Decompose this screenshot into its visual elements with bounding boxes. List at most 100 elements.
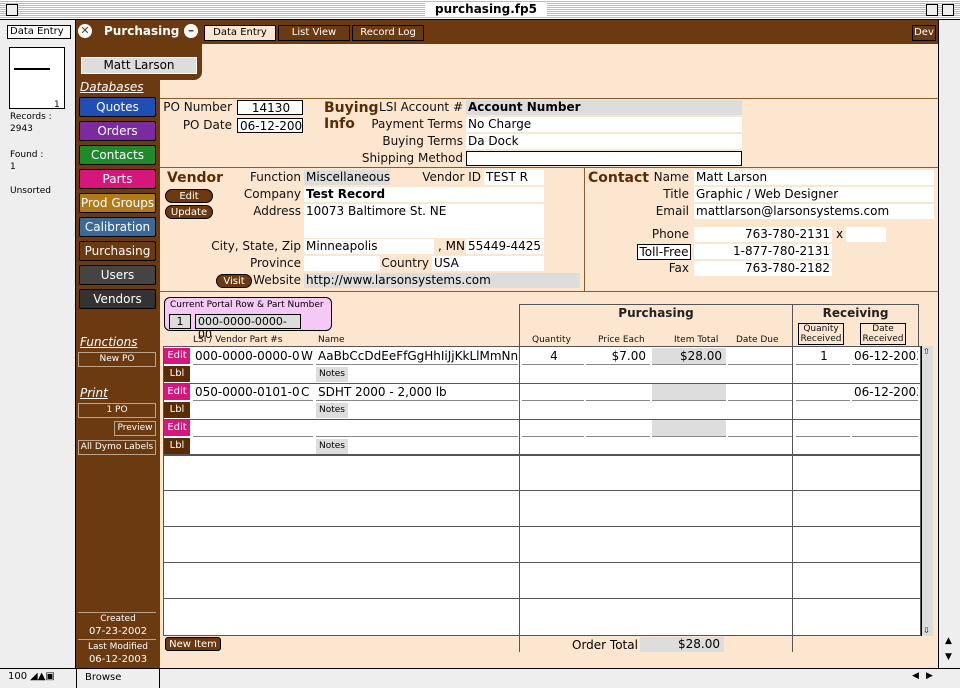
scroll-down-icon[interactable]: ⇩ bbox=[923, 626, 930, 635]
tab-list-view[interactable]: List View bbox=[278, 25, 350, 41]
row-drec-field[interactable]: 06-12-2003 bbox=[852, 384, 918, 401]
row-label-button[interactable]: Lbl bbox=[164, 438, 190, 454]
fax-field[interactable]: 763-780-2182 bbox=[694, 261, 832, 276]
vendor-id-field[interactable]: TEST R bbox=[484, 170, 544, 185]
row-flag-field[interactable]: C bbox=[299, 384, 313, 401]
contact-title-label: Title bbox=[663, 187, 689, 201]
dymo-labels-button[interactable]: All Dymo Labels bbox=[78, 440, 156, 455]
payment-field[interactable]: No Charge bbox=[466, 117, 742, 132]
sidebar-item-parts[interactable]: Parts bbox=[79, 169, 156, 189]
contact-name-field[interactable]: Matt Larson bbox=[694, 170, 934, 185]
scroll-up-arrow-icon[interactable]: ▲ bbox=[945, 636, 952, 646]
row-qty-field[interactable] bbox=[522, 420, 584, 437]
close-icon[interactable]: ✕ bbox=[78, 24, 92, 38]
dev-button[interactable]: Dev bbox=[912, 25, 936, 41]
buying-terms-field[interactable]: Da Dock bbox=[466, 134, 742, 149]
row-name-field[interactable] bbox=[316, 420, 518, 437]
row-qty-field[interactable] bbox=[522, 384, 584, 401]
scroll-down-arrow-icon[interactable]: ▼ bbox=[945, 652, 952, 662]
scroll-right-icon[interactable]: ▶ bbox=[926, 671, 933, 681]
toll-free-button[interactable]: Toll-Free bbox=[637, 244, 691, 260]
row-due-field[interactable] bbox=[728, 384, 792, 401]
row-name-field[interactable]: SDHT 2000 - 2,000 lb bbox=[316, 384, 518, 401]
scroll-up-icon[interactable]: ⇧ bbox=[923, 347, 930, 356]
row-edit-button[interactable]: Edit bbox=[164, 384, 190, 400]
account-field[interactable]: Account Number bbox=[466, 100, 742, 115]
row-drec-field[interactable]: 06-12-2003 bbox=[852, 348, 918, 365]
toll-free-field[interactable]: 1-877-780-2131 bbox=[694, 244, 832, 259]
row-notes-label[interactable]: Notes bbox=[316, 367, 348, 382]
new-po-button[interactable]: New PO bbox=[78, 352, 156, 367]
po-number-field[interactable]: 14130 bbox=[237, 100, 303, 115]
window-vscroll[interactable]: ▼ ▲ bbox=[938, 20, 960, 668]
minimize-icon[interactable]: – bbox=[184, 24, 198, 38]
row-qty-field[interactable]: 4 bbox=[522, 348, 584, 365]
row-total-field[interactable]: $28.00 bbox=[652, 348, 726, 365]
row-price-field[interactable]: $7.00 bbox=[586, 348, 650, 365]
window-title-bar[interactable]: purchasing.fp5 bbox=[0, 0, 960, 20]
window-title: purchasing.fp5 bbox=[425, 2, 547, 16]
portal-scrollbar[interactable]: ⇧ ⇩ bbox=[921, 346, 933, 636]
row-name-field[interactable]: AaBbCcDdEeFfGgHhIiJjKkLlMmNn bbox=[316, 348, 518, 365]
address-field[interactable]: 10073 Baltimore St. NE bbox=[304, 204, 544, 238]
province-field[interactable] bbox=[304, 256, 380, 271]
shipping-field[interactable] bbox=[466, 151, 742, 166]
row-price-field[interactable] bbox=[586, 384, 650, 401]
tab-data-entry[interactable]: Data Entry bbox=[204, 25, 276, 41]
print-1po-button[interactable]: 1 PO bbox=[78, 403, 156, 418]
row-total-field[interactable] bbox=[652, 384, 726, 401]
ext-field[interactable] bbox=[846, 227, 886, 242]
sidebar-item-contacts[interactable]: Contacts bbox=[79, 145, 156, 165]
row-due-field[interactable] bbox=[728, 420, 792, 437]
sidebar-item-calibration[interactable]: Calibration bbox=[79, 217, 156, 237]
row-price-field[interactable] bbox=[586, 420, 650, 437]
layout-menu[interactable]: Data Entry bbox=[7, 25, 71, 39]
row-edit-button[interactable]: Edit bbox=[164, 348, 190, 364]
contact-job-field[interactable]: Graphic / Web Designer bbox=[694, 187, 934, 202]
preview-button[interactable]: Preview bbox=[114, 421, 156, 436]
new-item-button[interactable]: New Item bbox=[165, 637, 221, 651]
state-field[interactable]: , MN bbox=[436, 239, 464, 254]
close-box-icon[interactable] bbox=[6, 4, 18, 16]
row-qrec-field[interactable]: 1 bbox=[796, 348, 850, 365]
sidebar-item-orders[interactable]: Orders bbox=[79, 121, 156, 141]
po-date-field[interactable]: 06-12-2003 bbox=[237, 118, 303, 133]
row-flag-field[interactable] bbox=[299, 420, 313, 437]
row-notes-label[interactable]: Notes bbox=[316, 439, 348, 454]
country-field[interactable]: USA bbox=[432, 256, 544, 271]
website-field[interactable]: http://www.larsonsystems.com bbox=[304, 273, 580, 288]
collapse-box-icon[interactable] bbox=[942, 4, 954, 16]
row-qrec-field[interactable] bbox=[796, 420, 850, 437]
company-field[interactable]: Test Record bbox=[304, 187, 544, 202]
sidebar-item-vendors[interactable]: Vendors bbox=[79, 289, 156, 309]
function-field[interactable]: Miscellaneous bbox=[304, 170, 390, 185]
row-label-button[interactable]: Lbl bbox=[164, 402, 190, 418]
sidebar-item-prod-groups[interactable]: Prod Groups bbox=[79, 193, 156, 213]
row-due-field[interactable] bbox=[728, 348, 792, 365]
row-total-field[interactable] bbox=[652, 420, 726, 437]
row-notes-label[interactable]: Notes bbox=[316, 403, 348, 418]
sidebar-item-users[interactable]: Users bbox=[79, 265, 156, 285]
scroll-left-icon[interactable]: ◀ bbox=[912, 671, 919, 681]
mode-indicator[interactable]: Browse bbox=[76, 669, 160, 688]
book-icon[interactable]: 1 bbox=[9, 47, 65, 110]
sidebar-item-quotes[interactable]: Quotes bbox=[79, 97, 156, 117]
zoom-control-icon[interactable]: ◢▲▣ bbox=[30, 671, 55, 682]
row-part-field[interactable] bbox=[193, 420, 299, 437]
current-portal-label: Current Portal Row & Part Number bbox=[170, 300, 324, 310]
zoom-level[interactable]: 100 bbox=[8, 671, 27, 682]
row-flag-field[interactable]: W bbox=[299, 348, 313, 365]
zoom-box-icon[interactable] bbox=[926, 4, 938, 16]
sidebar-item-purchasing[interactable]: Purchasing bbox=[79, 241, 156, 261]
phone-field[interactable]: 763-780-2131 bbox=[694, 227, 832, 242]
tab-record-log[interactable]: Record Log bbox=[352, 25, 424, 41]
zip-field[interactable]: 55449-4425 bbox=[466, 239, 544, 254]
row-label-button[interactable]: Lbl bbox=[164, 366, 190, 382]
row-part-field[interactable]: 000-0000-0000-00 bbox=[193, 348, 299, 365]
city-field[interactable]: Minneapolis bbox=[304, 239, 434, 254]
row-part-field[interactable]: 050-0000-0101-00 bbox=[193, 384, 299, 401]
contact-email-field[interactable]: mattlarson@larsonsystems.com bbox=[694, 204, 934, 219]
row-qrec-field[interactable] bbox=[796, 384, 850, 401]
row-edit-button[interactable]: Edit bbox=[164, 420, 190, 436]
row-drec-field[interactable] bbox=[852, 420, 918, 437]
